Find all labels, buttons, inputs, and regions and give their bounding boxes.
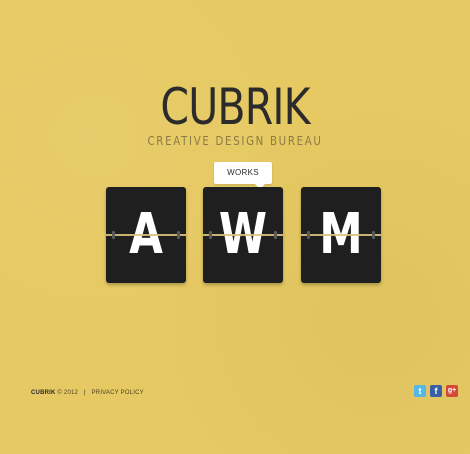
footer-separator: |	[83, 390, 86, 396]
logo-title: CUBRIK	[160, 78, 310, 136]
tile-divider	[203, 234, 283, 236]
facebook-icon[interactable]: f	[430, 385, 442, 397]
tile-divider	[106, 234, 186, 236]
hinge-right	[274, 231, 277, 239]
hinge-left	[112, 231, 115, 239]
hinge-right	[177, 231, 180, 239]
footer-brand: CUBRIK	[31, 390, 56, 396]
works-tooltip: WORKS	[214, 162, 272, 189]
google-plus-icon[interactable]: g+	[446, 385, 458, 397]
hinge-right	[372, 231, 375, 239]
hinge-left	[307, 231, 310, 239]
logo[interactable]: CUBRIK CREATIVE DESIGN BUREAU	[0, 82, 470, 150]
nav-tile-w[interactable]: W	[203, 187, 283, 283]
footer-copyright: © 2012	[57, 390, 79, 396]
hinge-left	[209, 231, 212, 239]
logo-subtitle: CREATIVE DESIGN BUREAU	[147, 134, 323, 148]
footer: CUBRIK © 2012 | PRIVACY POLICY	[31, 389, 144, 397]
tile-divider	[301, 234, 381, 236]
twitter-icon[interactable]: t	[414, 385, 426, 397]
nav-tile-a[interactable]: A	[106, 187, 186, 283]
privacy-policy-link[interactable]: PRIVACY POLICY	[92, 390, 144, 396]
nav-tile-m[interactable]: M	[301, 187, 381, 283]
